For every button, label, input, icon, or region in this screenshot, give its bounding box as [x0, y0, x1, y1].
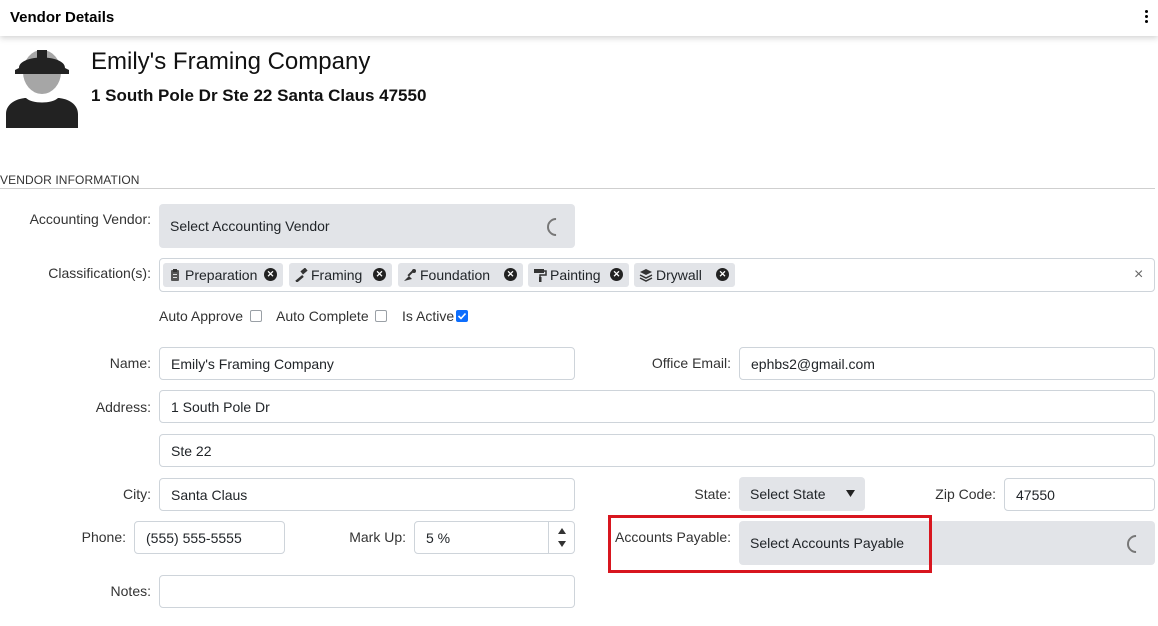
name-label: Name:: [109, 355, 151, 371]
city-label: City:: [123, 486, 151, 502]
chip-label: Painting: [550, 267, 601, 283]
section-title: VENDOR INFORMATION: [0, 173, 140, 187]
address-line2-value: Ste 22: [171, 442, 212, 459]
remove-chip-icon[interactable]: ✕: [716, 268, 729, 281]
auto-approve-label: Auto Approve: [159, 308, 244, 324]
classifications-multiselect[interactable]: Preparation ✕ Framing ✕ Foundation ✕ Pai…: [159, 258, 1155, 292]
vendor-address-heading: 1 South Pole Dr Ste 22 Santa Claus 47550: [91, 86, 427, 105]
is-active-checkbox[interactable]: [456, 310, 468, 322]
worker-avatar-icon: [6, 50, 78, 128]
address-line2-input[interactable]: Ste 22: [159, 434, 1155, 467]
clear-all-icon[interactable]: ×: [1134, 266, 1143, 284]
paint-roller-icon: [534, 269, 547, 282]
name-input[interactable]: Emily's Framing Company: [159, 347, 575, 380]
chip-foundation: Foundation ✕: [398, 263, 523, 287]
markup-value: 5 %: [426, 529, 451, 546]
remove-chip-icon[interactable]: ✕: [373, 268, 386, 281]
address-label: Address:: [95, 399, 151, 415]
accounts-payable-highlight-box: [608, 515, 932, 573]
chip-label: Framing: [311, 267, 363, 283]
remove-chip-icon[interactable]: ✕: [264, 268, 277, 281]
auto-complete-checkbox[interactable]: [375, 310, 387, 322]
zip-code-label: Zip Code:: [935, 486, 996, 502]
office-email-value: ephbs2@gmail.com: [751, 355, 875, 372]
layers-icon: [639, 269, 653, 282]
chip-label: Drywall: [656, 267, 702, 283]
classifications-label: Classification(s):: [48, 265, 151, 281]
chip-painting: Painting ✕: [528, 263, 629, 287]
phone-label: Phone:: [81, 529, 126, 545]
accounting-vendor-placeholder: Select Accounting Vendor: [170, 218, 330, 234]
city-value: Santa Claus: [171, 486, 248, 503]
chip-framing: Framing ✕: [289, 263, 392, 287]
hammer-icon: [295, 268, 308, 282]
state-value: Select State: [750, 486, 826, 502]
office-email-input[interactable]: ephbs2@gmail.com: [739, 347, 1155, 380]
kebab-menu-icon[interactable]: [1140, 8, 1152, 28]
office-email-label: Office Email:: [651, 355, 731, 371]
auto-complete-label: Auto Complete: [276, 308, 369, 324]
chip-label: Preparation: [185, 267, 258, 283]
accounting-vendor-label: Accounting Vendor:: [29, 211, 151, 227]
phone-input[interactable]: (555) 555-5555: [134, 521, 285, 554]
remove-chip-icon[interactable]: ✕: [504, 268, 517, 281]
remove-chip-icon[interactable]: ✕: [610, 268, 623, 281]
chip-label: Foundation: [420, 267, 491, 283]
chip-drywall: Drywall ✕: [634, 263, 735, 287]
section-divider: [0, 188, 1155, 189]
state-label: State:: [694, 486, 731, 502]
vendor-name-heading: Emily's Framing Company: [91, 48, 371, 75]
chevron-down-icon: [846, 490, 855, 497]
header-bar: Vendor Details: [0, 0, 1158, 36]
chip-preparation: Preparation ✕: [163, 263, 283, 287]
markup-stepper[interactable]: [548, 522, 575, 553]
stepper-up-icon[interactable]: [558, 528, 566, 534]
city-input[interactable]: Santa Claus: [159, 478, 575, 511]
phone-value: (555) 555-5555: [146, 529, 242, 546]
state-select[interactable]: Select State: [739, 477, 865, 511]
page-title: Vendor Details: [10, 9, 115, 26]
notes-label: Notes:: [110, 583, 151, 599]
accounting-vendor-select[interactable]: Select Accounting Vendor: [159, 204, 575, 248]
notes-input[interactable]: [159, 575, 575, 608]
auto-approve-checkbox[interactable]: [250, 310, 262, 322]
trowel-icon: [404, 269, 416, 281]
zip-code-value: 47550: [1016, 486, 1055, 503]
clipboard-icon: [171, 269, 179, 281]
name-value: Emily's Framing Company: [171, 355, 334, 372]
is-active-label: Is Active: [402, 308, 455, 324]
markup-input[interactable]: 5 %: [414, 521, 575, 554]
address-line1-input[interactable]: 1 South Pole Dr: [159, 390, 1155, 423]
markup-label: Mark Up:: [349, 529, 406, 545]
checkmark-icon: [457, 312, 467, 320]
address-line1-value: 1 South Pole Dr: [171, 398, 270, 415]
loading-spinner-icon: [1123, 531, 1149, 557]
zip-code-input[interactable]: 47550: [1004, 478, 1155, 511]
stepper-down-icon[interactable]: [558, 541, 566, 547]
loading-spinner-icon: [543, 214, 569, 240]
